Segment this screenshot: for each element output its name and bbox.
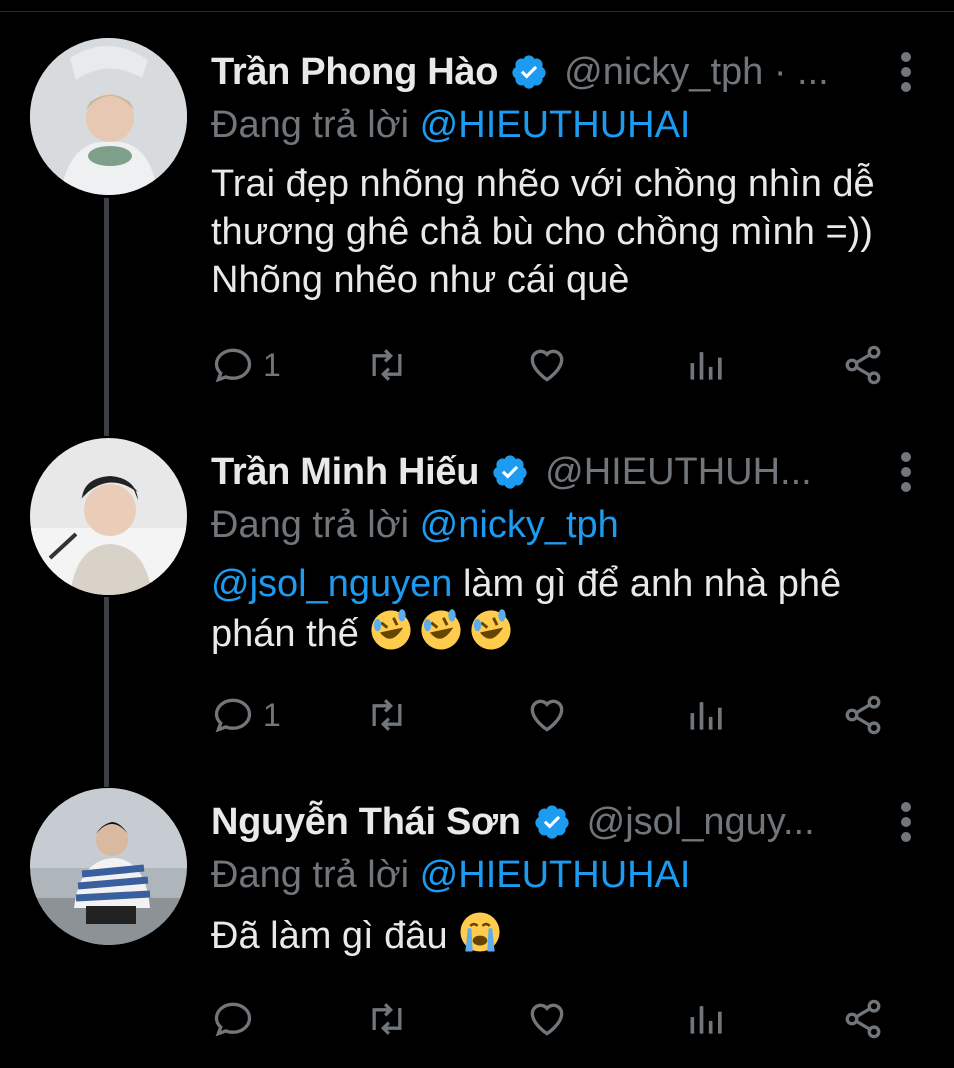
reply-button[interactable]: 1	[211, 340, 281, 390]
retweet-button[interactable]	[365, 340, 409, 390]
analytics-icon	[690, 702, 722, 730]
reply-icon	[214, 348, 252, 383]
more-options-icon[interactable]	[900, 452, 912, 492]
reply-icon	[214, 698, 252, 733]
action-bar: 1	[211, 690, 911, 740]
verified-badge-icon	[493, 455, 527, 489]
handle[interactable]: @nicky_tph · ...	[564, 51, 829, 94]
verified-badge-icon	[512, 55, 546, 89]
retweet-icon	[372, 699, 402, 731]
replying-to-mention[interactable]: @nicky_tph	[420, 504, 619, 546]
replying-to: Đang trả lời @HIEUTHUHAI	[211, 854, 691, 896]
emoji-group	[369, 609, 519, 655]
reply-button[interactable]	[211, 994, 263, 1044]
avatar[interactable]	[30, 788, 187, 945]
replying-to-mention[interactable]: @HIEUTHUHAI	[420, 104, 691, 146]
retweet-icon	[372, 349, 402, 381]
share-icon	[845, 999, 881, 1039]
rolling-on-floor-laughing-emoji-icon	[471, 609, 512, 650]
display-name[interactable]: Trần Phong Hào	[211, 51, 498, 94]
loudly-crying-face-emoji-icon	[460, 912, 500, 952]
rolling-on-floor-laughing-emoji-icon	[421, 609, 462, 650]
share-button[interactable]	[841, 994, 885, 1044]
analytics-button[interactable]	[685, 994, 729, 1044]
action-bar: 1	[211, 340, 911, 390]
retweet-button[interactable]	[365, 690, 409, 740]
analytics-button[interactable]	[685, 340, 729, 390]
tweet-text: @jsol_nguyen làm gì để anh nhà phê phán …	[211, 563, 842, 655]
top-divider	[0, 0, 954, 12]
action-bar	[211, 994, 911, 1044]
more-options-icon[interactable]	[900, 802, 912, 842]
reply-button[interactable]: 1	[211, 690, 281, 740]
reply-count: 1	[263, 346, 281, 383]
like-button[interactable]	[525, 340, 569, 390]
rolling-on-floor-laughing-emoji-icon	[371, 609, 412, 650]
replying-to: Đang trả lời @nicky_tph	[211, 504, 619, 546]
avatar[interactable]	[30, 38, 187, 195]
analytics-icon	[690, 1006, 722, 1034]
heart-icon	[530, 699, 564, 732]
handle[interactable]: @HIEUTHUH...	[545, 451, 812, 494]
thread-line	[104, 198, 109, 436]
share-icon	[845, 345, 881, 385]
tweet-text: Trai đẹp nhõng nhẽo với chồng nhìn dễ th…	[211, 163, 875, 301]
share-icon	[845, 695, 881, 735]
heart-icon	[530, 349, 564, 382]
user-mention[interactable]: @jsol_nguyen	[211, 563, 452, 605]
avatar[interactable]	[30, 438, 187, 595]
analytics-icon	[690, 352, 722, 380]
reply-count: 1	[263, 696, 281, 733]
share-button[interactable]	[841, 340, 885, 390]
thread-line	[104, 597, 109, 787]
tweet-text: Đã làm gì đâu	[211, 910, 911, 960]
more-options-icon[interactable]	[900, 52, 912, 92]
retweet-icon	[372, 1003, 402, 1035]
like-button[interactable]	[525, 690, 569, 740]
replying-to: Đang trả lời @HIEUTHUHAI	[211, 104, 691, 146]
like-button[interactable]	[525, 994, 569, 1044]
handle[interactable]: @jsol_nguy...	[587, 801, 815, 844]
verified-badge-icon	[535, 805, 569, 839]
replying-to-mention[interactable]: @HIEUTHUHAI	[420, 854, 691, 896]
display-name[interactable]: Trần Minh Hiếu	[211, 451, 479, 494]
analytics-button[interactable]	[685, 690, 729, 740]
reply-icon	[214, 1002, 252, 1037]
heart-icon	[530, 1003, 564, 1036]
retweet-button[interactable]	[365, 994, 409, 1044]
share-button[interactable]	[841, 690, 885, 740]
display-name[interactable]: Nguyễn Thái Sơn	[211, 801, 521, 844]
